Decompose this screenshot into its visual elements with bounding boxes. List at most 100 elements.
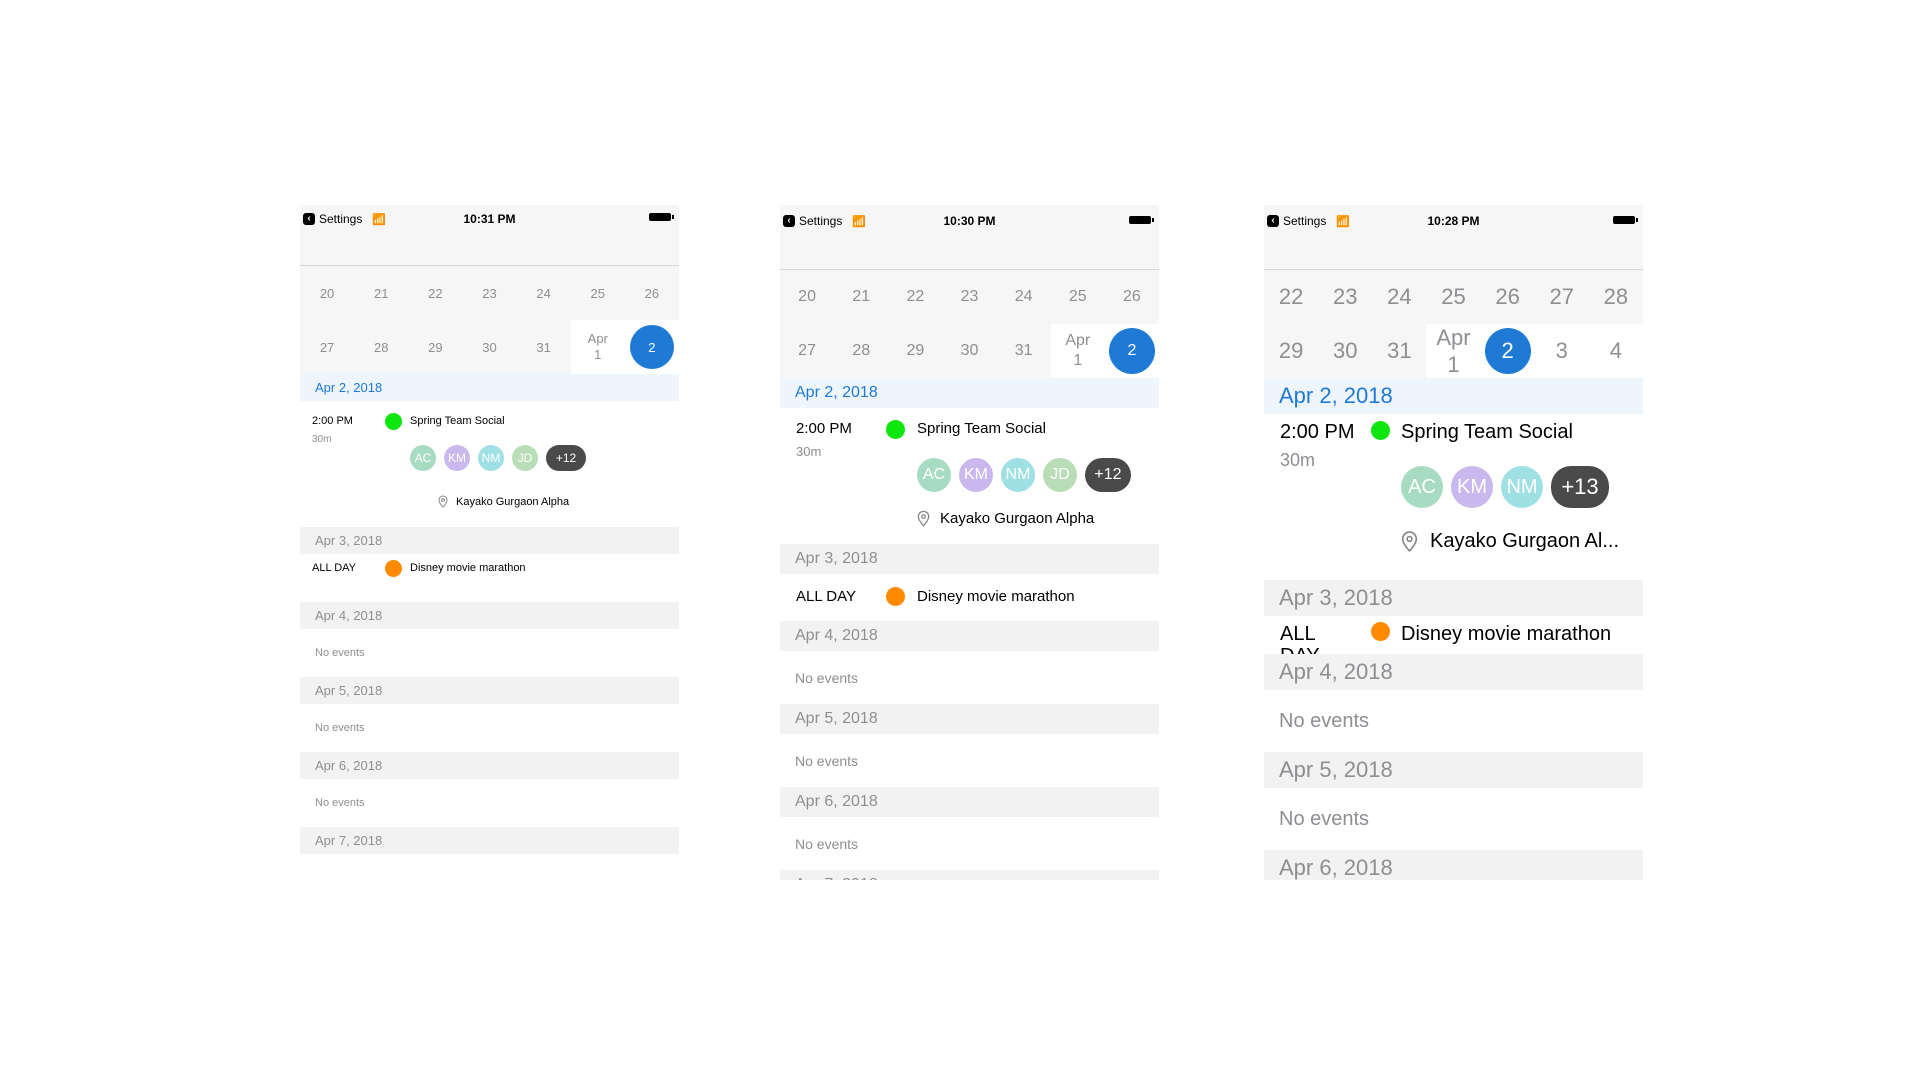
- calendar-day-selected[interactable]: 2: [1480, 324, 1535, 378]
- selected-day-circle: 2: [629, 325, 674, 369]
- event-title: Spring Team Social: [1401, 421, 1573, 443]
- more-attendees-badge[interactable]: +12: [546, 445, 586, 471]
- calendar-week: 27 28 29 30 31 Apr 1 2: [300, 320, 679, 374]
- day-header: Apr 3, 2018: [300, 527, 679, 554]
- calendar-day-selected[interactable]: 2: [624, 320, 679, 374]
- calendar-day[interactable]: 27: [780, 324, 834, 378]
- calendar-day[interactable]: 20: [780, 270, 834, 324]
- calendar-day[interactable]: 3: [1534, 324, 1589, 378]
- phone-screen-3: ‹ Settings 📶 10:28 PM 22 23 24 25 26 27 …: [1264, 205, 1643, 880]
- calendar-day[interactable]: 24: [997, 270, 1051, 324]
- status-time: 10:28 PM: [1427, 214, 1480, 228]
- all-day-label: ALL DAY: [796, 588, 857, 605]
- week-calendar: 20 21 22 23 24 25 26 27 28 29 30 31 Apr …: [780, 270, 1159, 378]
- event-color-dot: [886, 587, 905, 606]
- event-location[interactable]: Kayako Gurgaon Alpha: [438, 495, 569, 508]
- event-disney-movie-marathon[interactable]: ALL DAY Disney movie marathon: [300, 554, 679, 602]
- calendar-day[interactable]: 28: [834, 324, 888, 378]
- avatar: JD: [1043, 458, 1077, 492]
- avatar: AC: [410, 445, 436, 471]
- calendar-day[interactable]: 25: [1426, 270, 1480, 324]
- event-location[interactable]: Kayako Gurgaon Al...: [1401, 530, 1619, 553]
- calendar-day[interactable]: 28: [354, 320, 408, 374]
- day-header-today: Apr 2, 2018: [300, 374, 679, 401]
- attendee-avatars[interactable]: AC KM NM JD +12: [917, 458, 1131, 492]
- calendar-day[interactable]: 25: [571, 266, 625, 320]
- calendar-day[interactable]: 30: [942, 324, 996, 378]
- event-title: Spring Team Social: [410, 415, 505, 427]
- event-title: Disney movie marathon: [917, 588, 1075, 605]
- selected-day-circle: 2: [1484, 328, 1531, 374]
- day-header: Apr 4, 2018: [780, 621, 1159, 651]
- calendar-week: 22 23 24 25 26 27 28: [1264, 270, 1643, 324]
- more-attendees-badge[interactable]: +12: [1085, 458, 1131, 492]
- attendee-avatars[interactable]: AC KM NM JD +12: [410, 445, 586, 471]
- day-header: Apr 3, 2018: [1264, 580, 1643, 616]
- location-pin-icon: [1401, 530, 1418, 553]
- month-label: Apr: [587, 330, 608, 346]
- calendar-day[interactable]: 30: [1318, 324, 1372, 378]
- calendar-day[interactable]: 31: [997, 324, 1051, 378]
- calendar-day[interactable]: 20: [300, 266, 354, 320]
- more-attendees-badge[interactable]: +13: [1551, 466, 1609, 508]
- event-color-dot: [385, 413, 402, 430]
- status-bar: ‹ Settings 📶 10:28 PM: [1264, 205, 1643, 237]
- calendar-day[interactable]: 23: [1318, 270, 1372, 324]
- event-location[interactable]: Kayako Gurgaon Alpha: [917, 510, 1094, 527]
- calendar-day[interactable]: 21: [354, 266, 408, 320]
- all-day-label: ALL DAY: [312, 562, 357, 574]
- day-header: Apr 6, 2018: [780, 787, 1159, 817]
- event-spring-team-social[interactable]: 2:00 PM 30m Spring Team Social AC KM NM …: [300, 401, 679, 527]
- calendar-day-month-start[interactable]: Apr 1: [570, 320, 625, 374]
- calendar-day[interactable]: 22: [888, 270, 942, 324]
- no-events-text: No events: [780, 817, 1159, 870]
- calendar-day[interactable]: 27: [300, 320, 354, 374]
- event-disney-movie-marathon[interactable]: ALL DAY Disney movie marathon: [1264, 616, 1643, 654]
- avatar: NM: [1001, 458, 1035, 492]
- calendar-day[interactable]: 21: [834, 270, 888, 324]
- calendar-day[interactable]: 23: [462, 266, 516, 320]
- calendar-day[interactable]: 4: [1588, 324, 1643, 378]
- calendar-day[interactable]: 26: [625, 266, 679, 320]
- calendar-day[interactable]: 25: [1051, 270, 1105, 324]
- calendar-day[interactable]: 29: [1264, 324, 1318, 378]
- avatar: KM: [444, 445, 470, 471]
- event-disney-movie-marathon[interactable]: ALL DAY Disney movie marathon: [780, 574, 1159, 621]
- day-number: 1: [1073, 352, 1083, 369]
- selected-day-circle: 2: [1108, 328, 1155, 374]
- calendar-day[interactable]: 28: [1589, 270, 1643, 324]
- calendar-day[interactable]: 31: [1372, 324, 1426, 378]
- event-spring-team-social[interactable]: 2:00 PM 30m Spring Team Social AC KM NM …: [780, 408, 1159, 544]
- calendar-day-selected[interactable]: 2: [1104, 324, 1159, 378]
- avatar: NM: [478, 445, 504, 471]
- calendar-day[interactable]: 24: [1372, 270, 1426, 324]
- calendar-day-month-start[interactable]: Apr 1: [1426, 324, 1481, 378]
- event-spring-team-social[interactable]: 2:00 PM 30m Spring Team Social AC KM NM …: [1264, 414, 1643, 580]
- calendar-day-month-start[interactable]: Apr 1: [1050, 324, 1105, 378]
- attendee-avatars[interactable]: AC KM NM +13: [1401, 466, 1609, 508]
- week-calendar: 22 23 24 25 26 27 28 29 30 31 Apr 1 2 3 …: [1264, 270, 1643, 378]
- location-pin-icon: [917, 510, 930, 527]
- calendar-day[interactable]: 26: [1105, 270, 1159, 324]
- calendar-day[interactable]: 26: [1481, 270, 1535, 324]
- location-label: Kayako Gurgaon Alpha: [456, 495, 570, 508]
- calendar-day[interactable]: 29: [408, 320, 462, 374]
- week-calendar: 20 21 22 23 24 25 26 27 28 29 30 31 Apr …: [300, 266, 679, 374]
- calendar-week: 20 21 22 23 24 25 26: [300, 266, 679, 320]
- day-header: Apr 6, 2018: [1264, 850, 1643, 880]
- calendar-day[interactable]: 29: [888, 324, 942, 378]
- calendar-day[interactable]: 24: [517, 266, 571, 320]
- calendar-day[interactable]: 30: [462, 320, 516, 374]
- event-title: Disney movie marathon: [410, 562, 526, 574]
- calendar-day[interactable]: 27: [1535, 270, 1589, 324]
- event-color-dot: [886, 420, 905, 439]
- calendar-day[interactable]: 22: [1264, 270, 1318, 324]
- no-events-text: No events: [300, 629, 679, 677]
- event-color-dot: [1371, 622, 1390, 641]
- calendar-week: 27 28 29 30 31 Apr 1 2: [780, 324, 1159, 378]
- calendar-day[interactable]: 31: [517, 320, 571, 374]
- event-duration: 30m: [796, 444, 822, 459]
- event-title: Spring Team Social: [917, 420, 1046, 437]
- calendar-day[interactable]: 23: [942, 270, 996, 324]
- calendar-day[interactable]: 22: [408, 266, 462, 320]
